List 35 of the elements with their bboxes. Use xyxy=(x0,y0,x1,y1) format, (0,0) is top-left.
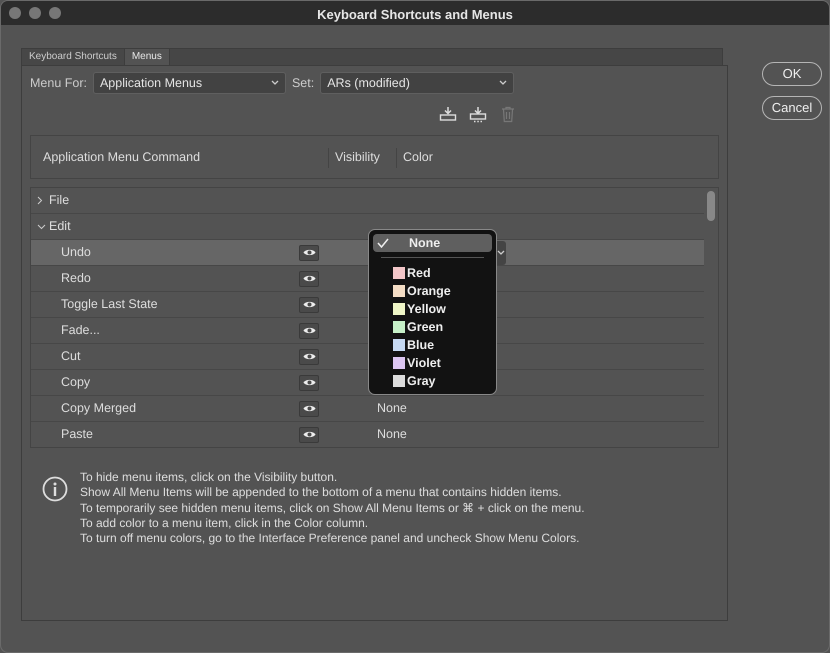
menu-command[interactable]: Redo xyxy=(31,266,299,291)
column-header: Visibility xyxy=(335,150,380,164)
menu-command[interactable]: Toggle Last State xyxy=(31,292,299,317)
field-label: Set: xyxy=(292,74,314,92)
color-value: None xyxy=(377,400,407,418)
menu-item[interactable]: Violet xyxy=(373,354,492,372)
info-text: To hide menu items, click on the Visibility button. xyxy=(80,470,338,486)
menu-item[interactable]: Blue xyxy=(373,336,492,354)
field-label: Menu For: xyxy=(30,74,87,92)
color-value: None xyxy=(377,426,407,444)
menu-item[interactable]: Green xyxy=(373,318,492,336)
info-text: Show All Menu Items will be appended to the bottom of a menu that contains hidden items. xyxy=(80,485,563,501)
tree-item[interactable]: File xyxy=(49,191,70,210)
dropdown[interactable]: Application Menus xyxy=(92,72,286,94)
dialog-button[interactable]: Cancel xyxy=(762,96,822,120)
window-title: Keyboard Shortcuts and Menus xyxy=(317,6,513,24)
info-text: To temporarily see hidden menu items, click on Show All Menu Items or ⌘ + click on the menu. xyxy=(80,500,585,516)
menu-item[interactable]: Yellow xyxy=(373,300,492,318)
menu-command[interactable]: Copy xyxy=(31,370,299,395)
menu-command[interactable]: Copy Merged xyxy=(31,396,299,421)
menu-command[interactable]: Cut xyxy=(31,344,299,369)
menu-command[interactable]: Fade... xyxy=(31,318,299,343)
dialog-button[interactable]: OK xyxy=(762,62,822,86)
dropdown[interactable]: ARs (modified) xyxy=(320,72,514,94)
menu-command[interactable]: Paste xyxy=(31,422,299,447)
column-header: Application Menu Command xyxy=(43,150,200,164)
menu-item[interactable]: Orange xyxy=(373,282,492,300)
info-text: To turn off menu colors, go to the Interface Preference panel and uncheck Show Menu Colors. xyxy=(80,531,580,546)
menu-item[interactable]: None xyxy=(373,234,492,252)
column-header: Color xyxy=(403,150,433,164)
tab[interactable]: Menus xyxy=(124,49,170,65)
menu-item[interactable]: Red xyxy=(373,264,492,282)
menu-item[interactable]: Gray xyxy=(373,372,492,390)
tree-item[interactable]: Edit xyxy=(49,217,71,236)
info-text: To add color to a menu item, click in the Color column. xyxy=(80,516,370,532)
